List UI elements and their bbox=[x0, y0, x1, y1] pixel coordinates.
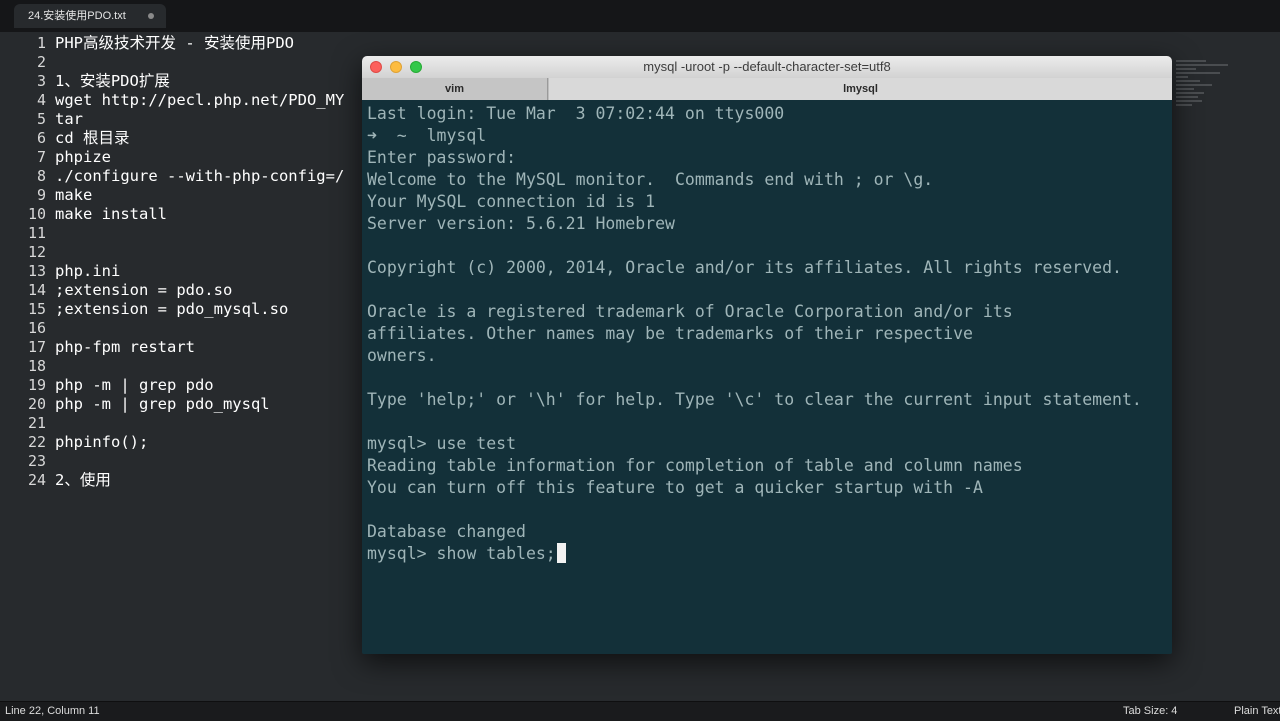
code-line[interactable]: phpize bbox=[55, 148, 344, 167]
code-line[interactable]: PHP高级技术开发 - 安装使用PDO bbox=[55, 34, 344, 53]
line-number: 5 bbox=[36, 110, 46, 128]
terminal-window[interactable]: mysql -uroot -p --default-character-set=… bbox=[362, 56, 1172, 654]
tab-lmysql[interactable]: lmysql bbox=[549, 78, 1172, 100]
terminal-title-bar[interactable]: mysql -uroot -p --default-character-set=… bbox=[362, 56, 1172, 79]
line-number: 18 bbox=[27, 357, 46, 375]
cursor-position: Line 22, Column 11 bbox=[5, 705, 100, 717]
code-line[interactable]: php -m | grep pdo bbox=[55, 376, 344, 395]
line-number: 24 bbox=[27, 471, 46, 489]
line-number: 14 bbox=[27, 281, 46, 299]
code-area[interactable]: PHP高级技术开发 - 安装使用PDO 1、安装PDO扩展 wget http://… bbox=[55, 34, 344, 490]
line-number: 16 bbox=[27, 319, 46, 337]
line-number: 21 bbox=[27, 414, 46, 432]
code-line[interactable] bbox=[55, 224, 344, 243]
code-line[interactable]: 2、使用 bbox=[55, 471, 344, 490]
editor-tab[interactable]: 24.安装使用PDO.txt bbox=[14, 4, 166, 28]
code-line[interactable]: make install bbox=[55, 205, 344, 224]
text-cursor bbox=[556, 543, 566, 563]
editor-tab-bar: 24.安装使用PDO.txt bbox=[0, 0, 1280, 33]
line-number: 9 bbox=[36, 186, 46, 204]
terminal-line: Last login: Tue Mar 3 07:02:44 on ttys00… bbox=[367, 104, 785, 123]
code-line[interactable] bbox=[55, 414, 344, 433]
line-number: 11 bbox=[27, 224, 46, 242]
code-line[interactable] bbox=[55, 319, 344, 338]
code-line[interactable]: ./configure --with-php-config=/ bbox=[55, 167, 344, 186]
code-line[interactable] bbox=[55, 452, 344, 471]
code-line[interactable]: php -m | grep pdo_mysql bbox=[55, 395, 344, 414]
terminal-lines: Last login: Tue Mar 3 07:02:44 on ttys00… bbox=[367, 103, 1142, 565]
close-icon[interactable] bbox=[370, 61, 382, 73]
terminal-line: ➜ ~ lmysql bbox=[367, 126, 487, 145]
terminal-line: Enter password: bbox=[367, 148, 517, 167]
code-line[interactable] bbox=[55, 53, 344, 72]
minimize-icon[interactable] bbox=[390, 61, 402, 73]
minimap[interactable] bbox=[1176, 60, 1236, 114]
line-number: 7 bbox=[36, 148, 46, 166]
code-line[interactable]: tar bbox=[55, 110, 344, 129]
line-number: 17 bbox=[27, 338, 46, 356]
line-number: 15 bbox=[27, 300, 46, 318]
terminal-prompt-line[interactable]: mysql> show tables; bbox=[367, 543, 1142, 565]
line-number: 8 bbox=[36, 167, 46, 185]
terminal-line: You can turn off this feature to get a q… bbox=[367, 478, 983, 497]
code-line[interactable]: phpinfo(); bbox=[55, 433, 344, 452]
unsaved-dot-icon[interactable] bbox=[148, 13, 154, 19]
terminal-output[interactable]: Last login: Tue Mar 3 07:02:44 on ttys00… bbox=[362, 100, 1172, 654]
terminal-line: Welcome to the MySQL monitor. Commands e… bbox=[367, 170, 934, 189]
terminal-line: Oracle is a registered trademark of Orac… bbox=[367, 302, 1013, 321]
terminal-line: Reading table information for completion… bbox=[367, 456, 1023, 475]
maximize-icon[interactable] bbox=[410, 61, 422, 73]
line-number: 13 bbox=[27, 262, 46, 280]
editor-tab-title: 24.安装使用PDO.txt bbox=[28, 10, 126, 22]
tab-vim[interactable]: vim bbox=[362, 78, 548, 100]
line-number: 23 bbox=[27, 452, 46, 470]
code-line[interactable]: 1、安装PDO扩展 bbox=[55, 72, 344, 91]
code-line[interactable]: php.ini bbox=[55, 262, 344, 281]
syntax-selector[interactable]: Plain Text bbox=[1234, 702, 1280, 721]
terminal-line: affiliates. Other names may be trademark… bbox=[367, 324, 973, 343]
line-number: 1 bbox=[36, 34, 46, 52]
line-number: 2 bbox=[36, 53, 46, 71]
prompt-text: mysql> show tables; bbox=[367, 544, 556, 563]
code-line[interactable] bbox=[55, 243, 344, 262]
status-bar: Line 22, Column 11 Tab Size: 4 Plain Tex… bbox=[0, 701, 1280, 721]
code-line[interactable]: make bbox=[55, 186, 344, 205]
code-line[interactable]: php-fpm restart bbox=[55, 338, 344, 357]
terminal-line: Your MySQL connection id is 1 bbox=[367, 192, 656, 211]
line-number: 4 bbox=[36, 91, 46, 109]
code-line[interactable]: ;extension = pdo_mysql.so bbox=[55, 300, 344, 319]
code-line[interactable]: ;extension = pdo.so bbox=[55, 281, 344, 300]
line-number: 12 bbox=[27, 243, 46, 261]
terminal-line: owners. bbox=[367, 346, 437, 365]
line-number: 3 bbox=[36, 72, 46, 90]
terminal-line: Server version: 5.6.21 Homebrew bbox=[367, 214, 675, 233]
terminal-line: Copyright (c) 2000, 2014, Oracle and/or … bbox=[367, 258, 1122, 277]
line-number: 10 bbox=[27, 205, 46, 223]
line-number: 20 bbox=[27, 395, 46, 413]
line-number-gutter: 1 2 3 4 5 6 7 8 9 10 11 12 13 14 15 16 17 18 19 20 21 22 23 24 bbox=[0, 34, 46, 490]
terminal-line: mysql> use test bbox=[367, 434, 517, 453]
terminal-line: Type 'help;' or '\h' for help. Type '\c'… bbox=[367, 390, 1142, 409]
line-number: 19 bbox=[27, 376, 46, 394]
tab-size-selector[interactable]: Tab Size: 4 bbox=[1123, 702, 1177, 721]
code-line[interactable]: cd 根目录 bbox=[55, 129, 344, 148]
code-line[interactable]: wget http://pecl.php.net/PDO_MY bbox=[55, 91, 344, 110]
line-number: 22 bbox=[27, 433, 46, 451]
code-line[interactable] bbox=[55, 357, 344, 376]
terminal-line: Database changed bbox=[367, 522, 526, 541]
terminal-title: mysql -uroot -p --default-character-set=… bbox=[643, 59, 891, 74]
line-number: 6 bbox=[36, 129, 46, 147]
terminal-tab-strip: vim lmysql bbox=[362, 78, 1172, 101]
